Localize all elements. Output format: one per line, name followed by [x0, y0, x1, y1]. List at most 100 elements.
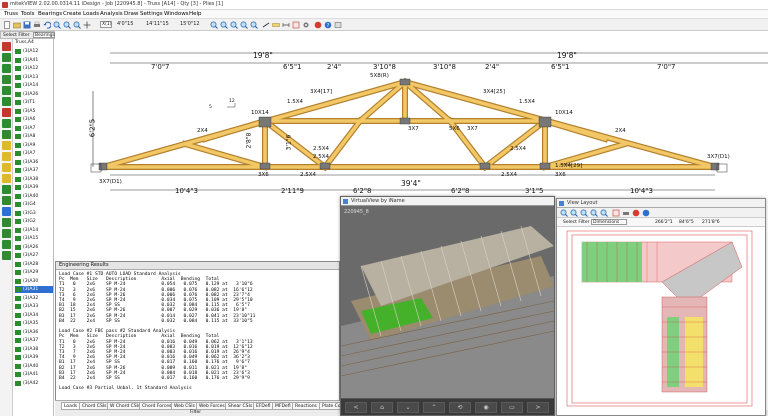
truss-icon[interactable]: [2, 64, 11, 73]
tree-item[interactable]: (3)A14: [15, 227, 53, 234]
menu-bearings[interactable]: Bearings: [38, 11, 62, 17]
tree-item[interactable]: (3)A26: [15, 91, 53, 98]
zoom-out-icon[interactable]: [570, 209, 578, 217]
print-preview-icon[interactable]: [334, 21, 342, 29]
tree-item[interactable]: (3)A14: [15, 82, 53, 89]
tab-efdefl[interactable]: EFDefl: [253, 402, 274, 410]
nav-right-button[interactable]: >: [527, 402, 549, 413]
save-icon[interactable]: [23, 21, 31, 29]
settings-icon[interactable]: [302, 21, 310, 29]
tree-item[interactable]: (3)A39: [15, 184, 53, 191]
tree-item[interactable]: (3)A36: [15, 159, 53, 166]
help-icon[interactable]: ?: [324, 21, 332, 29]
tree-item[interactable]: (3)G4: [15, 201, 53, 208]
tab-chord-forces[interactable]: Chord Forces: [139, 402, 175, 410]
close-x-icon[interactable]: [2, 42, 11, 51]
nav-rotate-button[interactable]: ⟲: [449, 402, 471, 413]
tree-item[interactable]: (3)A36: [15, 329, 53, 336]
tree-item[interactable]: (3)A9: [15, 142, 53, 149]
tree-item[interactable]: (3)A33: [15, 303, 53, 310]
zoom-previous-icon[interactable]: [220, 21, 228, 29]
tree-item[interactable]: (3)A38: [15, 346, 53, 353]
print-icon[interactable]: [622, 209, 630, 217]
tree-item[interactable]: (3)G3: [15, 210, 53, 217]
tree-root[interactable]: Truss,A4: [15, 40, 34, 45]
tree-item[interactable]: (3)A34: [15, 312, 53, 319]
truss-icon[interactable]: [2, 119, 11, 128]
tree-item[interactable]: (3)A28: [15, 261, 53, 268]
tab-reactions[interactable]: Reactions: [292, 402, 320, 410]
tab-loads[interactable]: Loads: [61, 402, 81, 410]
tree-item[interactable]: (3)A37: [15, 167, 53, 174]
virtual-view-scene[interactable]: 220945_8: [341, 206, 554, 399]
tab-web-forces[interactable]: Web Forces: [196, 402, 228, 410]
tree-item[interactable]: (3)A40: [15, 193, 53, 200]
tree-item[interactable]: (3)A41: [15, 371, 53, 378]
tree-item[interactable]: (3)A29: [15, 269, 53, 276]
nav-up-button[interactable]: ⌃: [423, 402, 445, 413]
stop-icon[interactable]: [632, 209, 640, 217]
close-x-icon[interactable]: [2, 108, 11, 117]
zoom-fit-icon[interactable]: [250, 21, 258, 29]
tab-shear-csis[interactable]: Shear CSIs: [225, 402, 256, 410]
undo-icon[interactable]: [43, 21, 51, 29]
menu-draw[interactable]: Draw: [124, 11, 138, 17]
open-folder-icon[interactable]: [13, 21, 21, 29]
zoom-window-icon[interactable]: [210, 21, 218, 29]
menu-analysis[interactable]: Analysis: [100, 11, 123, 17]
plate-icon[interactable]: [2, 174, 11, 183]
snapshot-icon[interactable]: [292, 21, 300, 29]
tree-item[interactable]: (3)A8: [15, 133, 53, 140]
truss-icon[interactable]: [2, 53, 11, 62]
redraw-icon[interactable]: [262, 21, 270, 29]
status-filter[interactable]: Filter: [190, 410, 201, 415]
pan-icon[interactable]: [83, 21, 91, 29]
tree-item[interactable]: (3)A38: [15, 176, 53, 183]
ruler-icon[interactable]: [272, 21, 280, 29]
tree-item[interactable]: (3)A26: [15, 244, 53, 251]
help-icon[interactable]: [642, 209, 650, 217]
zoom-in-icon[interactable]: [560, 209, 568, 217]
nav-frame-button[interactable]: ▭: [501, 402, 523, 413]
tab-mfdefl[interactable]: MFDefl: [272, 402, 294, 410]
truss-icon[interactable]: [2, 218, 11, 227]
truss-icon[interactable]: [2, 86, 11, 95]
tree-item[interactable]: (3)A7: [15, 125, 53, 132]
tree-item[interactable]: (3)A6: [15, 116, 53, 123]
stop-icon[interactable]: [314, 21, 322, 29]
plate-icon[interactable]: [2, 152, 11, 161]
tree-item[interactable]: (3)A41: [15, 57, 53, 64]
nav-eye-icon[interactable]: ◉: [475, 402, 497, 413]
tab-w-chord-csis[interactable]: W Chord CSIs: [107, 402, 144, 410]
tree-item[interactable]: (3)A13: [15, 74, 53, 81]
zoom-extents-icon[interactable]: [580, 209, 588, 217]
select-filter-dropdown[interactable]: Bearings: [33, 32, 55, 38]
zoom-out-icon[interactable]: [63, 21, 71, 29]
menu-help[interactable]: Help: [189, 11, 202, 17]
snapshot-icon[interactable]: [612, 209, 620, 217]
view-select[interactable]: X(1): [100, 21, 112, 28]
tree-item[interactable]: (3)T1: [15, 99, 53, 106]
truss-icon[interactable]: [2, 185, 11, 194]
menu-windows[interactable]: Windows: [164, 11, 189, 17]
menu-truss[interactable]: Truss: [4, 11, 18, 17]
nav-home-icon[interactable]: ⌂: [371, 402, 393, 413]
tree-item[interactable]: (3)A35: [15, 320, 53, 327]
tree-item[interactable]: (3)A7: [15, 150, 53, 157]
truss-icon[interactable]: [2, 240, 11, 249]
zoom-real-icon[interactable]: [240, 21, 248, 29]
print-icon[interactable]: [33, 21, 41, 29]
new-file-icon[interactable]: [3, 21, 11, 29]
layout-plan-view[interactable]: [557, 227, 765, 408]
tree-item[interactable]: (3)A32: [15, 295, 53, 302]
truss-icon[interactable]: [2, 97, 11, 106]
truss-icon[interactable]: [2, 130, 11, 139]
tree-item[interactable]: (3)A31: [15, 286, 53, 293]
zoom-extents-icon[interactable]: [73, 21, 81, 29]
tree-item[interactable]: (3)A42: [15, 380, 53, 387]
tree-item[interactable]: (3)A30: [15, 278, 53, 285]
plate-icon[interactable]: [2, 163, 11, 172]
tree-item[interactable]: (3)A15: [15, 235, 53, 242]
tree-item[interactable]: (3)A27: [15, 252, 53, 259]
dimension-icon[interactable]: [282, 21, 290, 29]
